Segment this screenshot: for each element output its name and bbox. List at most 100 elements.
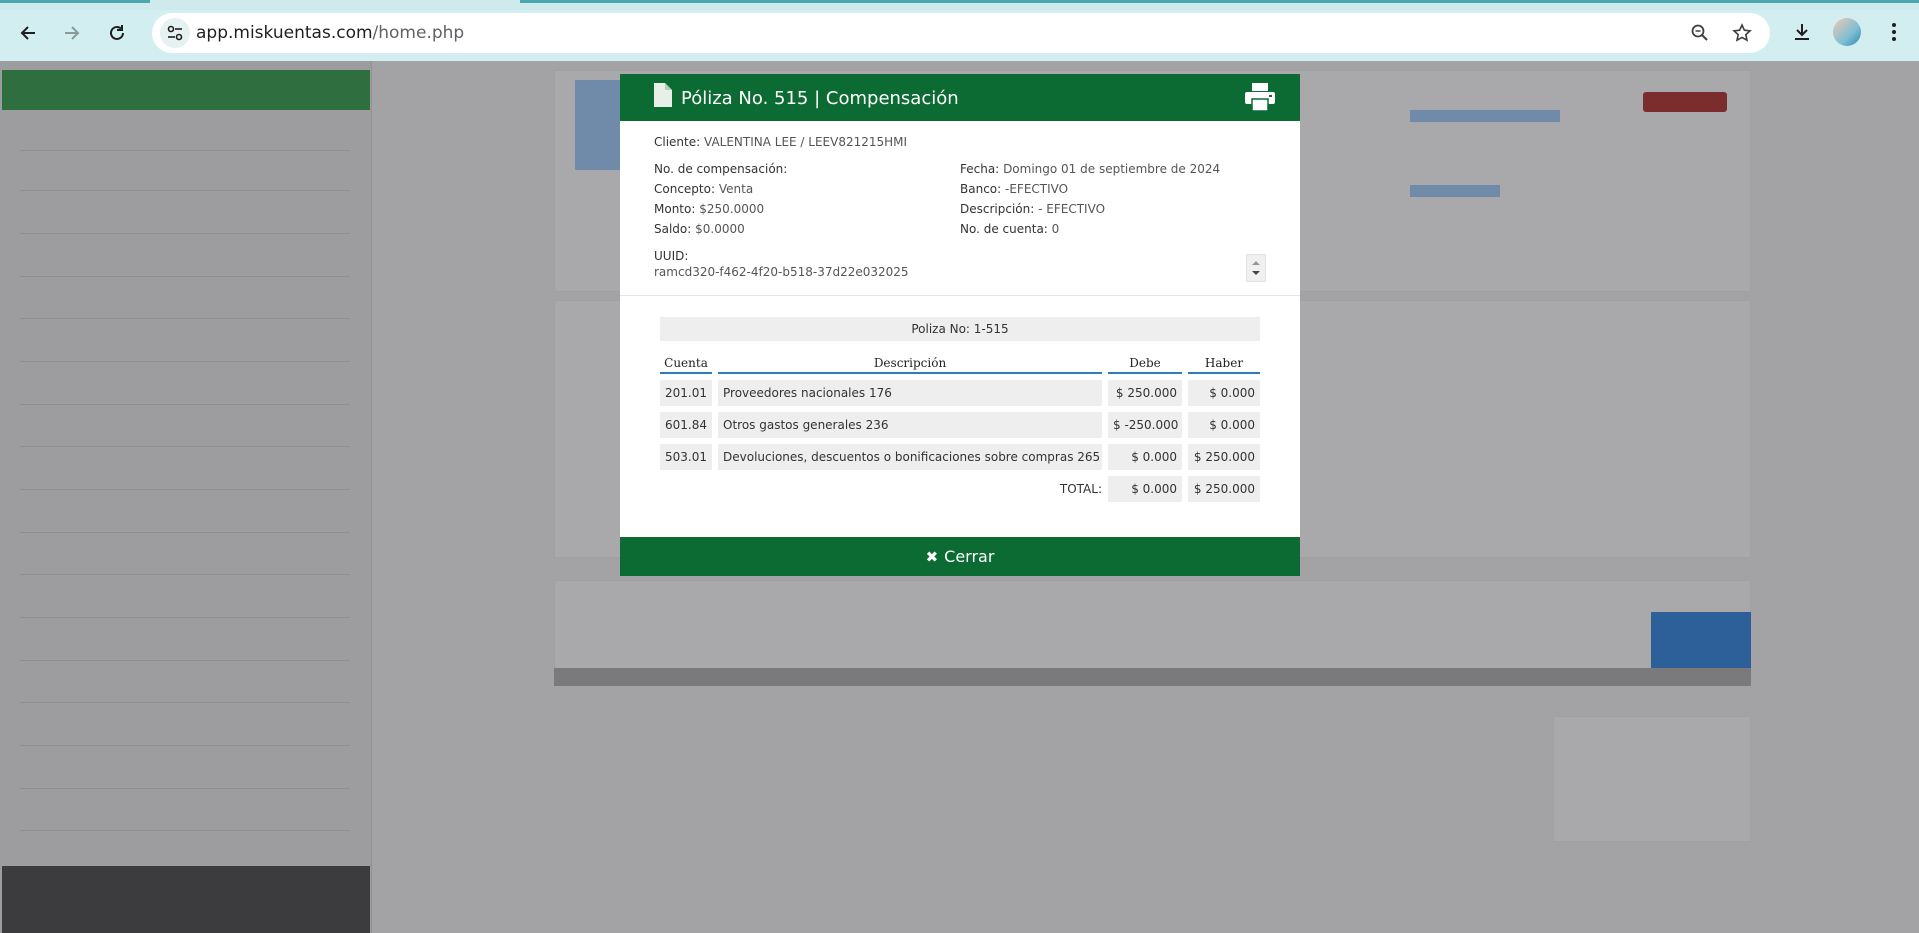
column-header-cuenta: Cuenta <box>660 352 712 374</box>
divider <box>20 276 350 277</box>
background-link <box>575 80 620 170</box>
address-bar[interactable]: app.miskuentas.com/home.php <box>152 13 1770 53</box>
descripcion-line: Descripción: - EFECTIVO <box>960 202 1105 216</box>
field-label: Monto: <box>654 202 696 216</box>
divider <box>20 150 350 151</box>
sidebar-header <box>2 70 370 110</box>
table-cell-cuenta: 503.01 <box>660 444 712 470</box>
divider <box>20 830 350 831</box>
monto-line: Monto: $250.0000 <box>654 202 764 216</box>
field-value: - EFECTIVO <box>1038 202 1106 216</box>
poliza-modal: Póliza No. 515 | Compensación Cliente: V… <box>620 74 1300 576</box>
zoom-icon[interactable] <box>1688 21 1712 45</box>
poliza-number-bar: Poliza No: 1-515 <box>660 317 1260 341</box>
download-icon[interactable] <box>1787 17 1817 47</box>
url-path: /home.php <box>372 23 465 43</box>
field-label: Saldo: <box>654 222 692 236</box>
kebab-menu-icon[interactable] <box>1879 17 1909 47</box>
browser-toolbar: app.miskuentas.com/home.php <box>0 0 1919 61</box>
saldo-line: Saldo: $0.0000 <box>654 222 745 236</box>
table-cell-descripcion: Devoluciones, descuentos o bonificacione… <box>718 444 1102 470</box>
table-cell-descripcion: Proveedores nacionales 176 <box>718 380 1102 406</box>
uuid-scroll-stepper[interactable] <box>1246 254 1266 282</box>
close-button-label: Cerrar <box>944 547 995 566</box>
table-cell-cuenta: 601.84 <box>660 412 712 438</box>
field-value: $250.0000 <box>699 202 765 216</box>
close-button[interactable]: ✖ Cerrar <box>620 537 1300 576</box>
table-cell-debe: $ -250.000 <box>1108 412 1182 438</box>
column-header-descripcion: Descripción <box>718 352 1102 374</box>
field-label: No. de compensación: <box>654 162 788 176</box>
divider <box>20 404 350 405</box>
url-text[interactable]: app.miskuentas.com/home.php <box>196 23 464 43</box>
cliente-line: Cliente: VALENTINA LEE / LEEV821215HMI <box>654 135 907 149</box>
background-bar <box>554 668 1751 686</box>
divider <box>620 295 1300 296</box>
cliente-label: Cliente: <box>654 135 701 149</box>
banco-line: Banco: -EFECTIVO <box>960 182 1068 196</box>
divider <box>20 660 350 661</box>
field-value: Venta <box>718 182 754 196</box>
active-tab-indicator <box>520 0 1919 3</box>
modal-header: Póliza No. 515 | Compensación <box>620 74 1300 121</box>
divider <box>20 574 350 575</box>
sidebar-footer-notice <box>2 866 370 933</box>
background-totals <box>1553 716 1751 842</box>
total-haber: $ 250.000 <box>1188 476 1260 502</box>
total-label: TOTAL: <box>1059 482 1102 496</box>
field-label: Descripción: <box>960 202 1035 216</box>
background-badge <box>1643 92 1727 112</box>
close-icon: ✖ <box>925 547 939 566</box>
field-label: Fecha: <box>960 162 1000 176</box>
total-debe: $ 0.000 <box>1108 476 1182 502</box>
field-value: 0 <box>1051 222 1060 236</box>
background-link <box>1410 110 1560 122</box>
divider <box>20 446 350 447</box>
background-button <box>1651 612 1751 668</box>
background-link <box>1410 185 1500 197</box>
divider <box>20 532 350 533</box>
no-compensacion-line: No. de compensación: <box>654 162 787 176</box>
uuid-label: UUID: <box>654 249 689 263</box>
table-cell-descripcion: Otros gastos generales 236 <box>718 412 1102 438</box>
table-cell-haber: $ 250.000 <box>1188 444 1260 470</box>
field-label: Banco: <box>960 182 1002 196</box>
divider <box>20 788 350 789</box>
back-arrow-icon[interactable] <box>12 17 44 49</box>
table-cell-haber: $ 0.000 <box>1188 412 1260 438</box>
sidebar <box>0 61 372 933</box>
field-value: -EFECTIVO <box>1005 182 1069 196</box>
fecha-line: Fecha: Domingo 01 de septiembre de 2024 <box>960 162 1220 176</box>
divider <box>20 702 350 703</box>
table-cell-cuenta: 201.01 <box>660 380 712 406</box>
cliente-value: VALENTINA LEE / LEEV821215HMI <box>704 135 908 149</box>
divider <box>20 361 350 362</box>
url-host: app.miskuentas.com <box>196 23 373 43</box>
uuid-value[interactable]: ramcd320-f462-4f20-b518-37d22e032025 <box>654 265 909 279</box>
site-info-icon[interactable] <box>160 18 190 48</box>
document-icon <box>654 83 672 107</box>
printer-icon[interactable] <box>1245 83 1275 111</box>
reload-icon[interactable] <box>101 17 133 49</box>
modal-title: Póliza No. 515 | Compensación <box>681 88 959 109</box>
divider <box>20 318 350 319</box>
field-label: No. de cuenta: <box>960 222 1048 236</box>
concepto-line: Concepto: Venta <box>654 182 753 196</box>
forward-arrow-icon[interactable] <box>56 17 88 49</box>
tab-indicator <box>0 0 150 3</box>
divider <box>20 489 350 490</box>
chevron-up-icon <box>1252 261 1260 265</box>
field-value: Domingo 01 de septiembre de 2024 <box>1003 162 1221 176</box>
divider <box>20 233 350 234</box>
avatar[interactable] <box>1833 18 1861 46</box>
column-header-debe: Debe <box>1108 352 1182 374</box>
background-card <box>554 580 1751 670</box>
divider <box>20 190 350 191</box>
column-header-haber: Haber <box>1188 352 1260 374</box>
divider <box>20 617 350 618</box>
star-icon[interactable] <box>1730 21 1754 45</box>
table-cell-debe: $ 250.000 <box>1108 380 1182 406</box>
no-cuenta-line: No. de cuenta: 0 <box>960 222 1059 236</box>
table-cell-haber: $ 0.000 <box>1188 380 1260 406</box>
table-cell-debe: $ 0.000 <box>1108 444 1182 470</box>
